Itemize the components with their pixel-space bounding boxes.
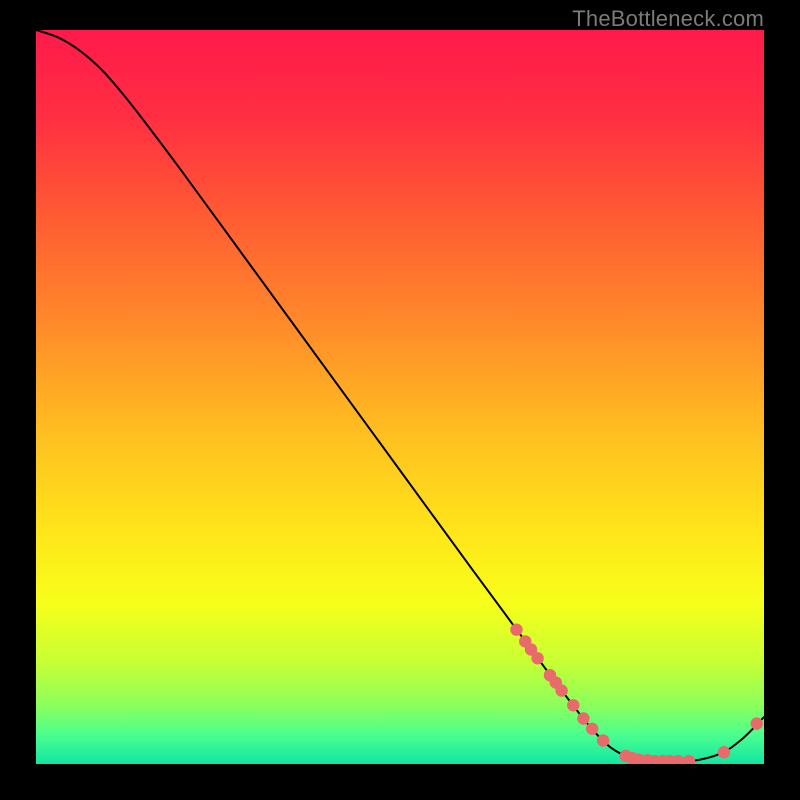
chart-background-gradient (36, 30, 764, 764)
data-marker (567, 699, 579, 711)
plot-area (36, 30, 764, 764)
data-marker (577, 712, 589, 724)
watermark-label: TheBottleneck.com (572, 6, 764, 32)
data-marker (597, 734, 609, 746)
data-marker (555, 684, 567, 696)
bottleneck-chart (36, 30, 764, 764)
data-marker (510, 623, 522, 635)
chart-frame: TheBottleneck.com (0, 0, 800, 800)
data-marker (586, 723, 598, 735)
data-marker (718, 746, 730, 758)
data-marker (751, 717, 763, 729)
data-marker (531, 652, 543, 664)
